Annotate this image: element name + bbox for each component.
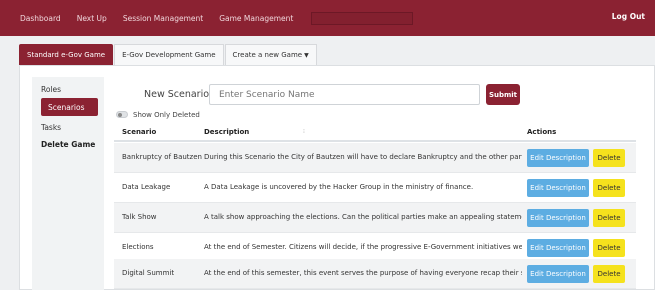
delete-button[interactable]: Delete [593, 265, 625, 283]
sidebar-item-tasks[interactable]: Tasks [41, 123, 61, 132]
scenario-name: Digital Summit [122, 269, 175, 277]
toggle-knob [118, 113, 122, 117]
sidebar-item-roles[interactable]: Roles [41, 85, 61, 94]
edit-description-button[interactable]: Edit Description [527, 265, 589, 283]
delete-button[interactable]: Delete [593, 209, 625, 227]
delete-button[interactable]: Delete [593, 239, 625, 257]
scenario-description: A talk show approaching the elections. C… [204, 213, 522, 221]
tab-label: Create a new Game [232, 51, 303, 59]
tab-create-new-game[interactable]: Create a new Game ▼ [224, 44, 317, 65]
table-row: Talk Show A talk show approaching the el… [114, 203, 636, 233]
nav-search-box[interactable] [311, 11, 414, 25]
new-scenario-label: New Scenario: [144, 89, 213, 100]
submit-button[interactable]: Submit [486, 84, 520, 105]
sidebar: Roles Scenarios Tasks Delete Game [32, 77, 104, 290]
tab-standard-egov-game[interactable]: Standard e-Gov Game [19, 44, 114, 65]
edit-description-button[interactable]: Edit Description [527, 239, 589, 257]
table-row: Bankruptcy of Bautzen During this Scenar… [114, 143, 636, 173]
scenario-description: During this Scenario the City of Bautzen… [204, 153, 522, 161]
delete-button[interactable]: Delete [593, 179, 625, 197]
sidebar-item-scenarios[interactable]: Scenarios [41, 98, 98, 116]
nav-game-management-link[interactable]: Game Management [219, 14, 293, 23]
edit-description-button[interactable]: Edit Description [527, 179, 589, 197]
delete-button[interactable]: Delete [593, 149, 625, 167]
scenario-name-input[interactable] [209, 84, 480, 105]
scenario-description: A Data Leakage is uncovered by the Hacke… [204, 183, 474, 191]
tab-label: Standard e-Gov Game [27, 51, 106, 59]
column-header-description: Description [204, 128, 250, 136]
scenario-name: Talk Show [122, 213, 157, 221]
scenario-name: Elections [122, 243, 154, 251]
show-deleted-label: Show Only Deleted [133, 111, 200, 119]
table-row: Data Leakage A Data Leakage is uncovered… [114, 173, 636, 203]
nav-next-up-link[interactable]: Next Up [77, 14, 107, 23]
scenario-name: Bankruptcy of Bautzen [122, 153, 202, 161]
column-header-scenario[interactable]: Scenario [122, 128, 156, 136]
top-navbar: Dashboard Next Up Session Management Gam… [0, 0, 655, 36]
edit-description-button[interactable]: Edit Description [527, 149, 589, 167]
scenario-description: At the end of this semester, this event … [204, 269, 522, 277]
nav-session-management-link[interactable]: Session Management [123, 14, 203, 23]
column-header-actions: Actions [527, 128, 557, 136]
table-row: Digital Summit At the end of this semest… [114, 259, 636, 289]
tab-label: E-Gov Development Game [122, 51, 216, 59]
edit-description-button[interactable]: Edit Description [527, 209, 589, 227]
caret-down-icon: ▼ [304, 51, 309, 59]
scenario-description: At the end of Semester. Citizens will de… [204, 243, 522, 251]
logout-link[interactable]: Log Out [612, 12, 645, 21]
scenario-name: Data Leakage [122, 183, 171, 191]
tab-egov-development-game[interactable]: E-Gov Development Game [114, 44, 224, 65]
sort-icon[interactable]: ⁝ [303, 128, 305, 135]
nav-dashboard-link[interactable]: Dashboard [20, 14, 61, 23]
sidebar-item-delete-game[interactable]: Delete Game [41, 140, 95, 149]
show-deleted-toggle[interactable] [116, 111, 128, 118]
table-header: Scenario ⁝ Description Actions [114, 122, 636, 142]
game-tabs: Standard e-Gov Game E-Gov Development Ga… [19, 44, 318, 65]
